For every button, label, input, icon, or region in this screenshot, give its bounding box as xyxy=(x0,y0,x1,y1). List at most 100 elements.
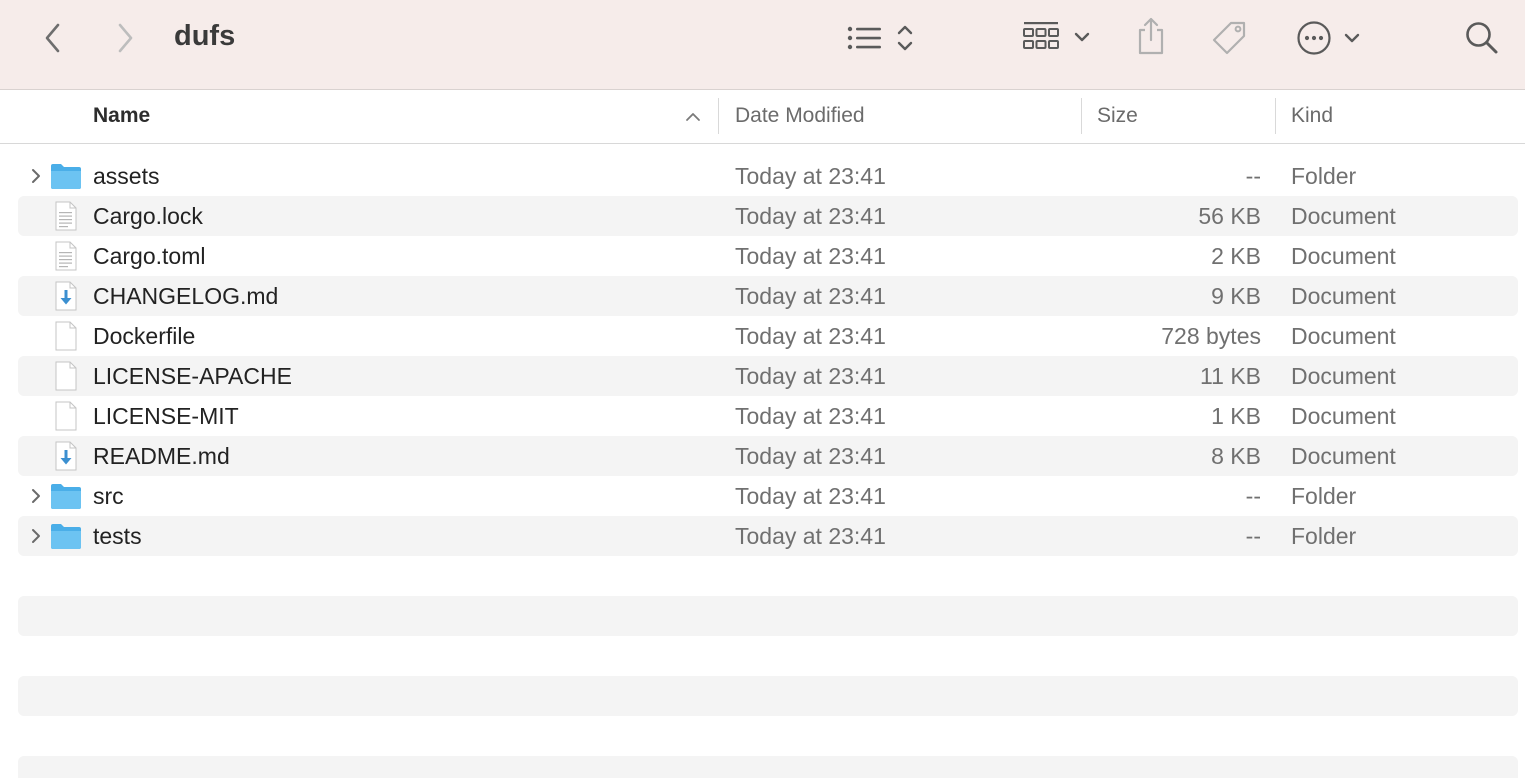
file-kind: Document xyxy=(1291,363,1396,389)
chevron-up-icon xyxy=(686,113,700,121)
disclosure-triangle[interactable] xyxy=(27,165,45,187)
empty-row-stripe xyxy=(18,596,1518,636)
size-column-header[interactable]: Size xyxy=(1097,90,1138,143)
file-kind: Document xyxy=(1291,403,1396,429)
grid-view-icon xyxy=(1023,22,1059,49)
markdown-document-icon xyxy=(55,441,77,471)
file-size: 728 bytes xyxy=(1161,323,1261,349)
blank-document-icon xyxy=(55,401,77,431)
text-document-icon xyxy=(55,201,77,231)
group-button[interactable] xyxy=(1018,18,1094,56)
chevron-right-icon xyxy=(32,489,40,503)
file-row[interactable]: Dockerfile Today at 23:41 728 bytes Docu… xyxy=(0,316,1525,356)
chevron-left-icon xyxy=(45,23,60,53)
file-kind: Document xyxy=(1291,323,1396,349)
file-name: src xyxy=(93,483,124,509)
file-row[interactable]: src Today at 23:41 -- Folder xyxy=(0,476,1525,516)
date-modified: Today at 23:41 xyxy=(735,443,886,469)
name-column-header[interactable]: Name xyxy=(93,90,150,143)
file-row[interactable]: LICENSE-APACHE Today at 23:41 11 KB Docu… xyxy=(0,356,1525,396)
file-row[interactable]: tests Today at 23:41 -- Folder xyxy=(0,516,1525,556)
share-button[interactable] xyxy=(1132,14,1170,58)
search-icon xyxy=(1466,22,1498,54)
file-size: 11 KB xyxy=(1200,363,1261,389)
disclosure-triangle[interactable] xyxy=(27,525,45,547)
file-kind: Document xyxy=(1291,443,1396,469)
list-view-icon xyxy=(847,26,881,50)
empty-row-stripe xyxy=(18,756,1518,778)
file-name: LICENSE-APACHE xyxy=(93,363,292,389)
tag-icon xyxy=(1212,21,1246,55)
file-name: tests xyxy=(93,523,142,549)
markdown-document-icon xyxy=(55,281,77,311)
chevron-right-icon xyxy=(32,169,40,183)
file-name: README.md xyxy=(93,443,230,469)
file-name: CHANGELOG.md xyxy=(93,283,279,309)
view-options-button[interactable] xyxy=(838,20,922,56)
empty-row-stripe xyxy=(18,676,1518,716)
column-divider[interactable] xyxy=(1081,98,1082,134)
toolbar: dufs xyxy=(0,0,1525,90)
file-size: 9 KB xyxy=(1211,283,1261,309)
date-modified: Today at 23:41 xyxy=(735,283,886,309)
date-modified: Today at 23:41 xyxy=(735,403,886,429)
file-size: -- xyxy=(1245,163,1261,189)
file-size: 2 KB xyxy=(1211,243,1261,269)
file-kind: Document xyxy=(1291,203,1396,229)
forward-button[interactable] xyxy=(108,20,142,56)
date-modified: Today at 23:41 xyxy=(735,203,886,229)
folder-icon xyxy=(51,484,81,509)
file-row[interactable]: CHANGELOG.md Today at 23:41 9 KB Documen… xyxy=(0,276,1525,316)
sort-ascending-indicator[interactable] xyxy=(682,108,704,126)
file-size: -- xyxy=(1245,523,1261,549)
file-row[interactable]: assets Today at 23:41 -- Folder xyxy=(0,156,1525,196)
blank-document-icon xyxy=(55,361,77,391)
file-row[interactable]: Cargo.toml Today at 23:41 2 KB Document xyxy=(0,236,1525,276)
file-size: 56 KB xyxy=(1198,203,1261,229)
date-modified: Today at 23:41 xyxy=(735,363,886,389)
file-kind: Document xyxy=(1291,243,1396,269)
chevron-right-icon xyxy=(118,23,133,53)
file-kind: Folder xyxy=(1291,523,1357,549)
column-divider[interactable] xyxy=(1275,98,1276,134)
column-divider[interactable] xyxy=(718,98,719,134)
folder-icon xyxy=(51,524,81,549)
column-header: Name Date Modified Size Kind xyxy=(0,90,1525,144)
back-button[interactable] xyxy=(36,20,70,56)
file-list: assets Today at 23:41 -- Folder Cargo.lo… xyxy=(0,156,1525,556)
text-document-icon xyxy=(55,241,77,271)
date-modified: Today at 23:41 xyxy=(735,483,886,509)
kind-column-header[interactable]: Kind xyxy=(1291,90,1333,143)
file-kind: Document xyxy=(1291,283,1396,309)
date-modified: Today at 23:41 xyxy=(735,163,886,189)
date-modified: Today at 23:41 xyxy=(735,243,886,269)
chevron-down-icon xyxy=(1344,33,1360,43)
action-menu-button[interactable] xyxy=(1292,18,1364,58)
search-button[interactable] xyxy=(1462,18,1502,58)
chevron-right-icon xyxy=(32,529,40,543)
folder-icon xyxy=(51,164,81,189)
window-title: dufs xyxy=(174,20,236,52)
file-name: LICENSE-MIT xyxy=(93,403,239,429)
chevron-down-icon xyxy=(1074,32,1090,42)
file-size: 8 KB xyxy=(1211,443,1261,469)
file-row[interactable]: README.md Today at 23:41 8 KB Document xyxy=(0,436,1525,476)
file-kind: Folder xyxy=(1291,483,1357,509)
date-column-header[interactable]: Date Modified xyxy=(735,90,865,143)
file-name: Dockerfile xyxy=(93,323,196,349)
sort-updown-icon xyxy=(897,25,913,51)
file-kind: Folder xyxy=(1291,163,1357,189)
tag-button[interactable] xyxy=(1208,18,1250,58)
file-name: Cargo.lock xyxy=(93,203,203,229)
file-size: 1 KB xyxy=(1211,403,1261,429)
date-modified: Today at 23:41 xyxy=(735,323,886,349)
file-name: assets xyxy=(93,163,160,189)
file-size: -- xyxy=(1245,483,1261,509)
date-modified: Today at 23:41 xyxy=(735,523,886,549)
disclosure-triangle[interactable] xyxy=(27,485,45,507)
file-row[interactable]: LICENSE-MIT Today at 23:41 1 KB Document xyxy=(0,396,1525,436)
file-name: Cargo.toml xyxy=(93,243,206,269)
blank-document-icon xyxy=(55,321,77,351)
more-icon xyxy=(1297,21,1331,55)
file-row[interactable]: Cargo.lock Today at 23:41 56 KB Document xyxy=(0,196,1525,236)
